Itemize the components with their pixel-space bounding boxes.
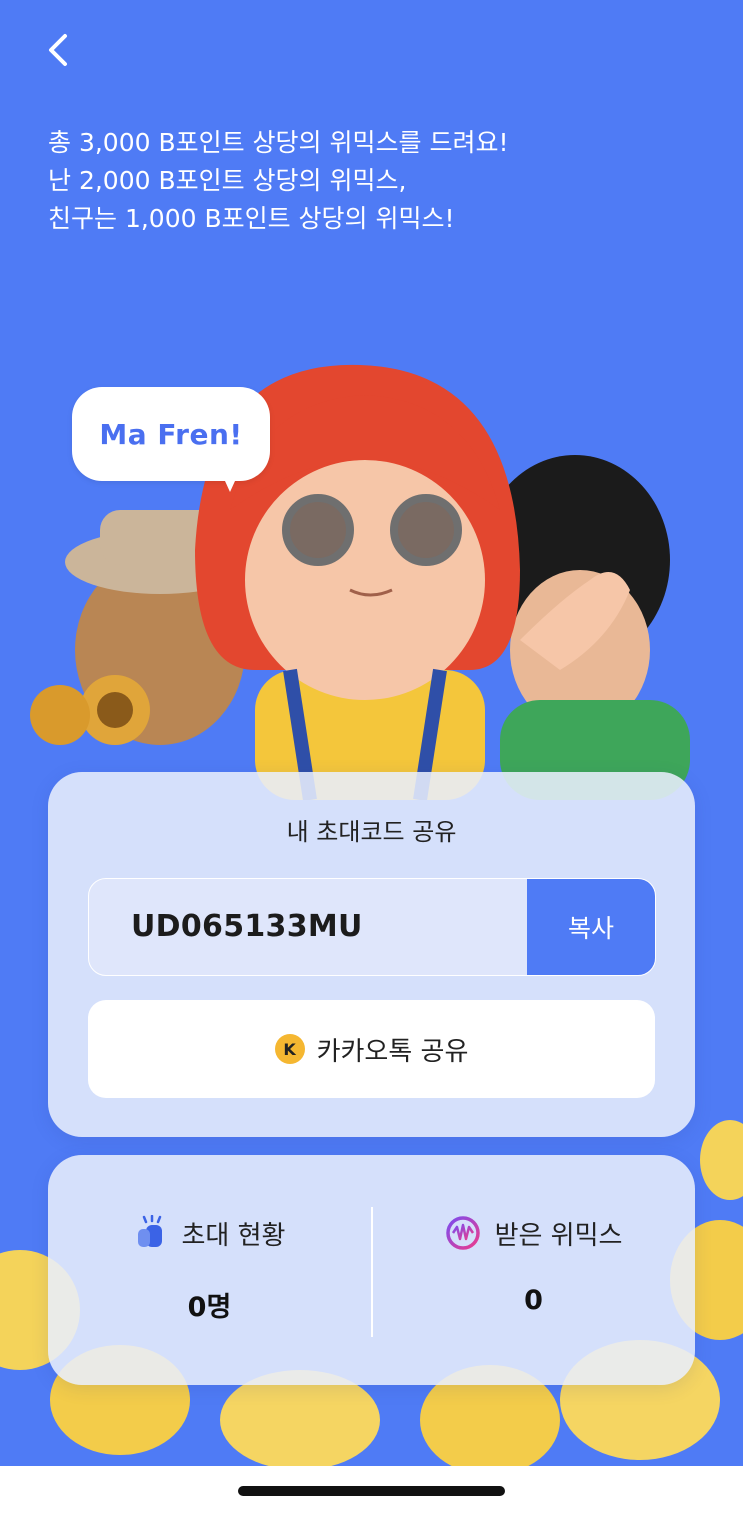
speech-bubble-text: Ma Fren! [99,417,243,451]
headline-line-3: 친구는 1,000 B포인트 상당의 위믹스! [48,204,455,233]
kakaotalk-share-button[interactable]: K 카카오톡 공유 [88,1000,655,1098]
headline-line-2: 난 2,000 B포인트 상당의 위믹스, [48,166,407,195]
kakaotalk-icon: K [274,1034,305,1064]
promo-headline: 총 3,000 B포인트 상당의 위믹스를 드려요! 난 2,000 B포인트 … [48,124,688,238]
received-wemix-value: 0 [524,1285,543,1316]
back-button[interactable] [34,26,82,74]
received-wemix-stat: 받은 위믹스 0 [372,1155,695,1385]
received-wemix-label: 받은 위믹스 [494,1220,623,1251]
clapping-hands-icon [137,1215,162,1247]
invite-status-stat: 초대 현황 0명 [48,1155,371,1385]
speech-bubble: Ma Fren! [72,387,270,481]
invite-status-value: 0명 [187,1292,232,1323]
invite-status-label: 초대 현황 [181,1220,286,1251]
invite-stats-card: 초대 현황 0명 받은 위믹스 0 [48,1155,695,1385]
speech-bubble-tail [220,470,240,492]
copy-button[interactable]: 복사 [527,879,655,975]
invite-code-card: 내 초대코드 공유 UD065133MU 복사 K 카카오톡 공유 [48,772,695,1137]
chevron-left-icon [49,34,67,66]
headline-line-1: 총 3,000 B포인트 상당의 위믹스를 드려요! [48,128,509,157]
invite-code-field: UD065133MU 복사 [88,878,656,976]
kakaotalk-share-label: 카카오톡 공유 [316,1036,469,1067]
wemix-logo-icon [445,1216,480,1250]
home-indicator[interactable] [238,1486,505,1496]
invite-card-title: 내 초대코드 공유 [286,818,457,846]
invite-code-value: UD065133MU [131,909,363,944]
